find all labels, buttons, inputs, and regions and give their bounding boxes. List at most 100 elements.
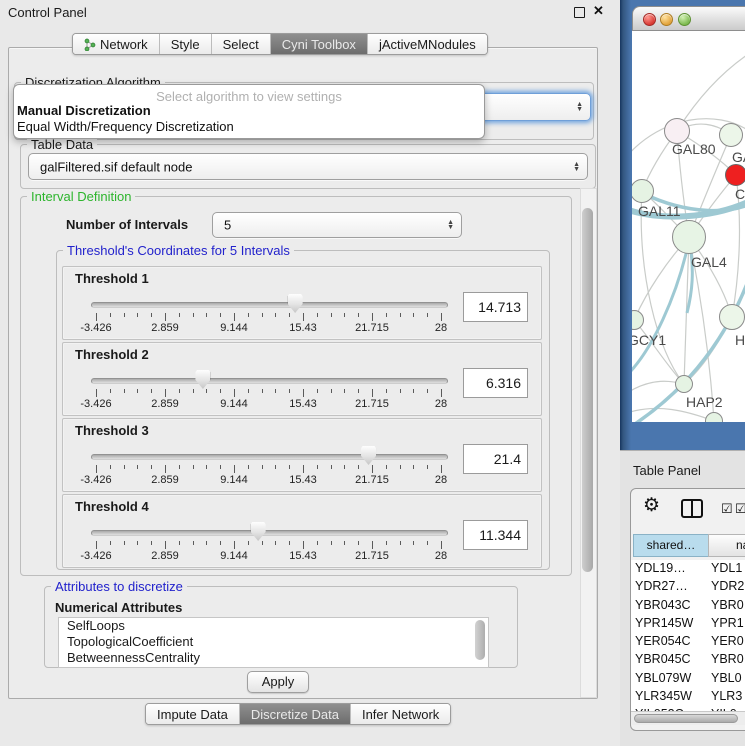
- network-view-window: GAL80GACGAL11GAL4GCY1HHAP2: [632, 6, 745, 422]
- slider-track[interactable]: [91, 454, 448, 460]
- close-panel-icon[interactable]: ✕: [593, 3, 604, 19]
- slider-track[interactable]: [91, 378, 448, 384]
- network-node-hap2[interactable]: [675, 375, 693, 393]
- slider-tick: [220, 541, 221, 545]
- slider-tick: [151, 541, 152, 545]
- table-row[interactable]: YDR27…YDR2: [631, 578, 745, 596]
- slider-track[interactable]: [91, 530, 448, 536]
- slider-thumb[interactable]: [361, 446, 376, 465]
- slider-tick-label: 28: [435, 550, 447, 562]
- slider-tick-label: 28: [435, 474, 447, 486]
- numerical-attributes-list[interactable]: SelfLoopsTopologicalCoefficientBetweenne…: [58, 617, 489, 668]
- checkbox-checked-icon[interactable]: ☑: [735, 501, 745, 517]
- threshold-value-field[interactable]: 14.713: [463, 292, 528, 322]
- network-node-gal4[interactable]: [672, 220, 706, 254]
- slider-tick: [220, 389, 221, 393]
- interval-definition-label: Interval Definition: [27, 189, 135, 204]
- attribute-item-selfloops[interactable]: SelfLoops: [59, 618, 488, 634]
- slider-tick-label: 28: [435, 398, 447, 410]
- tab-jactivemnodules[interactable]: jActiveMNodules: [367, 34, 487, 54]
- slider-thumb[interactable]: [288, 294, 303, 313]
- slider-tick: [303, 541, 304, 549]
- table-header-row: shared… na: [631, 534, 745, 557]
- apply-button[interactable]: Apply: [247, 671, 309, 693]
- float-panel-icon[interactable]: [574, 7, 585, 18]
- tab-style[interactable]: Style: [159, 34, 211, 54]
- split-table-icon[interactable]: [681, 499, 703, 518]
- table-hscrollbar-track[interactable]: [631, 711, 745, 725]
- zoom-traffic-light-icon[interactable]: [678, 13, 691, 26]
- tab-select[interactable]: Select: [211, 34, 270, 54]
- node-label: C: [735, 186, 745, 202]
- table-row[interactable]: YDL19…YDL1: [631, 560, 745, 578]
- cell-shared-name: YLR345W: [635, 689, 692, 703]
- tab-infer-network[interactable]: Infer Network: [350, 704, 450, 724]
- network-node-ga[interactable]: [719, 123, 743, 147]
- dropdown-option-equal-width-frequency-discretization[interactable]: Equal Width/Frequency Discretization: [17, 119, 234, 134]
- network-canvas[interactable]: GAL80GACGAL11GAL4GCY1HHAP2: [632, 31, 745, 422]
- slider-tick: [427, 465, 428, 469]
- slider-tick: [96, 313, 97, 321]
- table-row[interactable]: YBR045CYBR0: [631, 651, 745, 669]
- slider-tick: [110, 313, 111, 317]
- table-hscrollbar-thumb[interactable]: [634, 714, 738, 723]
- slider-tick: [386, 389, 387, 393]
- network-window-titlebar[interactable]: [632, 6, 745, 31]
- checkbox-checked-icon[interactable]: ☑: [721, 501, 733, 517]
- slider-tick: [137, 389, 138, 393]
- table-row[interactable]: YBL079WYBL0: [631, 670, 745, 688]
- table-row[interactable]: YPR145WYPR1: [631, 615, 745, 633]
- slider-tick: [165, 541, 166, 549]
- threshold-title: Threshold 4: [75, 499, 149, 514]
- number-of-intervals-combobox[interactable]: 5 ▲▼: [212, 212, 462, 238]
- slider-tick-label: 2.859: [151, 398, 179, 410]
- close-traffic-light-icon[interactable]: [643, 13, 656, 26]
- node-label: GAL11: [638, 203, 681, 219]
- threshold-row-2: Threshold 2-3.4262.8599.14415.4321.71528…: [62, 342, 542, 416]
- slider-tick: [151, 313, 152, 317]
- slider-tick-label: 2.859: [151, 322, 179, 334]
- network-node-h[interactable]: [719, 304, 745, 330]
- threshold-value-field[interactable]: 6.316: [463, 368, 528, 398]
- table-data-combobox[interactable]: galFiltered.sif default node ▲▼: [28, 153, 588, 180]
- minimize-traffic-light-icon[interactable]: [660, 13, 673, 26]
- table-row[interactable]: YER054CYER0: [631, 633, 745, 651]
- slider-tick: [317, 389, 318, 393]
- slider-tick: [275, 465, 276, 469]
- slider-thumb[interactable]: [251, 522, 266, 541]
- tab-network[interactable]: Network: [73, 34, 159, 54]
- slider-tick: [317, 465, 318, 469]
- slider-tick: [413, 389, 414, 393]
- slider-thumb[interactable]: [195, 370, 210, 389]
- combo-stepper-icon: ▲▼: [576, 102, 583, 112]
- table-row[interactable]: YLR345WYLR3: [631, 688, 745, 706]
- slider-track[interactable]: [91, 302, 448, 308]
- threshold-value-field[interactable]: 21.4: [463, 444, 528, 474]
- threshold-value-field[interactable]: 11.344: [463, 520, 528, 550]
- column-header-shared[interactable]: shared…: [633, 534, 709, 557]
- table-rows[interactable]: YDL19…YDL1YDR27…YDR2YBR043CYBR0YPR145WYP…: [631, 560, 745, 711]
- network-node-c[interactable]: [725, 164, 745, 186]
- slider-tick: [303, 389, 304, 397]
- attribute-item-topologicalcoefficient[interactable]: TopologicalCoefficient: [59, 634, 488, 650]
- table-row[interactable]: YBR043CYBR0: [631, 597, 745, 615]
- attributes-scrollbar[interactable]: [475, 620, 485, 660]
- threshold-row-1: Threshold 1-3.4262.8599.14415.4321.71528…: [62, 266, 542, 340]
- slider-tick-label: 9.144: [220, 398, 248, 410]
- dropdown-option-manual-discretization[interactable]: Manual Discretization: [17, 103, 151, 118]
- slider-tick: [441, 313, 442, 321]
- tab-discretize-data[interactable]: Discretize Data: [239, 704, 350, 724]
- tab-cyni-toolbox[interactable]: Cyni Toolbox: [270, 34, 367, 54]
- tab-label: Style: [171, 35, 200, 54]
- slider-tick: [206, 465, 207, 469]
- slider-tick: [386, 313, 387, 317]
- attribute-item-betweennesscentrality[interactable]: BetweennessCentrality: [59, 650, 488, 666]
- slider-tick-label: -3.426: [80, 322, 111, 334]
- slider-tick: [234, 541, 235, 549]
- node-label: HAP2: [686, 394, 723, 410]
- slider-tick: [427, 541, 428, 545]
- tab-impute-data[interactable]: Impute Data: [146, 704, 239, 724]
- gear-icon[interactable]: ⚙: [643, 494, 660, 517]
- column-header-name[interactable]: na: [708, 534, 745, 557]
- panel-scrollbar-thumb[interactable]: [582, 208, 593, 572]
